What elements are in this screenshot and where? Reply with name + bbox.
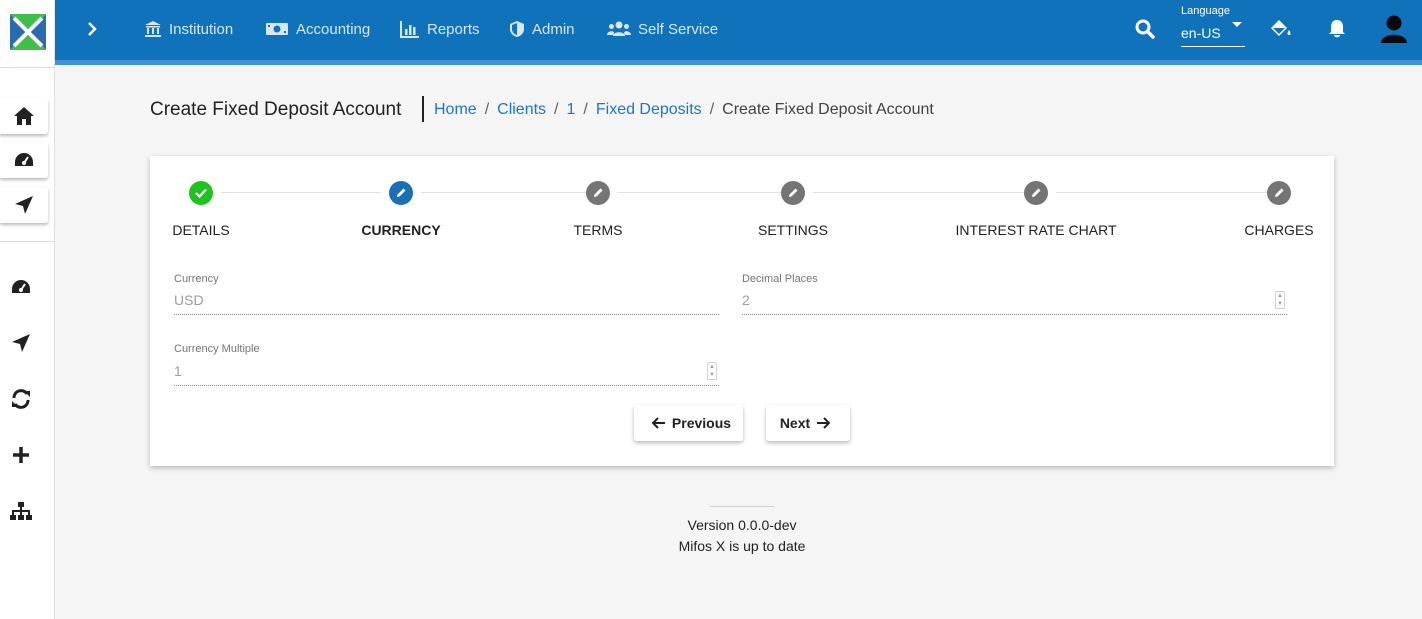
select-underline xyxy=(1181,46,1245,47)
nav-admin[interactable]: Admin xyxy=(509,17,575,41)
step-details[interactable]: DETAILS xyxy=(172,222,229,238)
field-underline xyxy=(742,314,1287,315)
next-button-label: Next xyxy=(779,415,811,431)
breadcrumb-client-id[interactable]: 1 xyxy=(567,101,576,119)
step-done-check-icon[interactable] xyxy=(189,181,213,205)
step-connector xyxy=(221,192,381,193)
step-charges[interactable]: CHARGES xyxy=(1244,222,1313,238)
nav-label: Self Service xyxy=(638,20,719,38)
page-title: Create Fixed Deposit Account xyxy=(150,99,402,120)
step-currency[interactable]: CURRENCY xyxy=(361,222,440,238)
mifos-logo[interactable] xyxy=(0,0,55,64)
chart-icon xyxy=(400,21,419,38)
nav-label: Institution xyxy=(169,20,234,38)
arrow-left-icon xyxy=(651,417,665,429)
nav-reports[interactable]: Reports xyxy=(400,17,480,41)
breadcrumb: Home / Clients / 1 / Fixed Deposits / Cr… xyxy=(434,101,934,119)
update-status-text: Mifos X is up to date xyxy=(678,538,806,554)
breadcrumb-current: Create Fixed Deposit Account xyxy=(722,101,934,118)
step-edit-pencil-icon[interactable] xyxy=(389,181,413,205)
decimal-places-field[interactable]: 2 xyxy=(742,292,750,308)
previous-button[interactable]: Previous xyxy=(634,405,743,441)
paint-bucket-icon[interactable] xyxy=(1269,17,1293,41)
dashboard-icon[interactable] xyxy=(6,272,36,302)
nav-label: Reports xyxy=(427,20,480,38)
currency-field[interactable]: USD xyxy=(174,292,204,308)
language-label: Language xyxy=(1181,5,1230,17)
nav-accounting[interactable]: Accounting xyxy=(265,17,370,41)
breadcrumb-separator: / xyxy=(554,101,559,118)
user-avatar-icon[interactable] xyxy=(1380,14,1408,44)
decimal-places-label: Decimal Places xyxy=(742,273,818,285)
breadcrumb-separator: / xyxy=(709,101,715,118)
field-underline xyxy=(174,314,719,315)
dashboard-icon[interactable] xyxy=(0,142,48,178)
search-icon[interactable] xyxy=(1133,17,1157,41)
currency-multiple-label: Currency Multiple xyxy=(174,343,260,355)
users-icon xyxy=(607,21,631,36)
divider xyxy=(0,67,55,68)
version-text: Version 0.0.0-dev xyxy=(687,517,797,533)
plus-icon[interactable] xyxy=(6,440,36,470)
step-edit-pencil-icon[interactable] xyxy=(1024,181,1048,205)
step-connector xyxy=(1056,192,1267,193)
footer-divider xyxy=(710,506,774,507)
nav-institution[interactable]: Institution xyxy=(144,17,233,41)
step-settings[interactable]: SETTINGS xyxy=(758,222,828,238)
next-button[interactable]: Next xyxy=(766,405,850,441)
breadcrumb-clients[interactable]: Clients xyxy=(497,101,546,119)
step-edit-pencil-icon[interactable] xyxy=(1267,181,1291,205)
step-connector xyxy=(813,192,1024,193)
breadcrumb-separator: / xyxy=(484,101,490,118)
nav-label: Accounting xyxy=(296,20,371,38)
number-stepper[interactable]: ▲ ▼ xyxy=(707,362,717,380)
step-terms[interactable]: TERMS xyxy=(574,222,623,238)
breadcrumb-home[interactable]: Home xyxy=(434,101,477,119)
step-edit-pencil-icon[interactable] xyxy=(586,181,610,205)
nav-self-service[interactable]: Self Service xyxy=(607,17,718,41)
nav-label: Admin xyxy=(532,20,575,38)
field-underline xyxy=(174,385,719,386)
step-connector xyxy=(421,192,586,193)
sync-icon[interactable] xyxy=(6,384,36,414)
bell-icon[interactable] xyxy=(1325,17,1349,41)
language-value: en-US xyxy=(1181,25,1221,41)
currency-label: Currency xyxy=(174,273,219,285)
breadcrumb-fixed-deposits[interactable]: Fixed Deposits xyxy=(596,101,702,119)
navigation-icon[interactable] xyxy=(6,328,36,358)
arrow-right-icon xyxy=(817,417,831,429)
bank-icon xyxy=(145,21,161,37)
breadcrumb-separator: / xyxy=(583,101,588,118)
step-connector xyxy=(618,192,781,193)
topbar-accent xyxy=(55,60,1422,65)
title-divider xyxy=(422,96,424,122)
shield-icon xyxy=(510,21,524,37)
step-edit-pencil-icon[interactable] xyxy=(781,181,805,205)
money-icon xyxy=(266,23,288,35)
home-icon[interactable] xyxy=(0,98,48,134)
navigation-icon[interactable] xyxy=(0,187,48,223)
chevron-right-icon[interactable] xyxy=(82,18,102,40)
language-select[interactable]: Language en-US xyxy=(1181,5,1245,48)
number-stepper[interactable]: ▲ ▼ xyxy=(1275,291,1285,309)
divider xyxy=(0,241,55,242)
step-interest-rate-chart[interactable]: INTEREST RATE CHART xyxy=(955,222,1116,238)
previous-button-label: Previous xyxy=(671,415,732,431)
dropdown-arrow-icon xyxy=(1232,22,1242,27)
currency-multiple-field[interactable]: 1 xyxy=(174,363,182,379)
